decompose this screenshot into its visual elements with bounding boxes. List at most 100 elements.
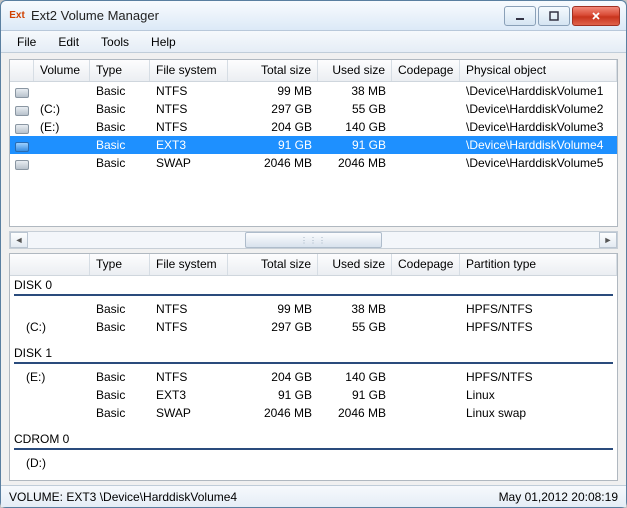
fs-cell: EXT3 [150,136,228,154]
col-cp-b[interactable]: Codepage [392,254,460,275]
col-used[interactable]: Used size [318,60,392,81]
total-cell: 204 GB [228,368,318,386]
col-type-b[interactable]: Type [90,254,150,275]
scroll-right-arrow-icon[interactable]: ► [599,232,617,248]
fs-cell: NTFS [150,300,228,318]
total-cell: 99 MB [228,300,318,318]
disk-section-rule [14,362,613,364]
partition-row[interactable]: (E:)BasicNTFS204 GB140 GBHPFS/NTFS [10,368,617,386]
used-cell: 91 GB [318,386,392,404]
partition-type-cell: Linux [460,386,617,404]
disk-section-title: DISK 0 [10,276,617,294]
volume-cell [34,136,90,154]
scroll-left-arrow-icon[interactable]: ◄ [10,232,28,248]
codepage-cell [392,154,460,172]
used-cell: 2046 MB [318,404,392,422]
menu-edit[interactable]: Edit [48,33,89,51]
total-cell: 99 MB [228,82,318,100]
total-cell: 2046 MB [228,404,318,422]
scroll-thumb[interactable]: ⋮⋮⋮ [245,232,382,248]
used-cell: 38 MB [318,82,392,100]
status-right: May 01,2012 20:08:19 [499,490,618,504]
type-cell: Basic [90,300,150,318]
drive-letter-cell [10,300,90,318]
partition-type-cell [460,454,617,472]
total-cell: 91 GB [228,136,318,154]
physical-cell: \Device\HarddiskVolume1 [460,82,617,100]
partition-type-cell: HPFS/NTFS [460,368,617,386]
volumes-rows: BasicNTFS99 MB38 MB\Device\HarddiskVolum… [10,82,617,226]
disk-section-rule [14,294,613,296]
fs-cell: NTFS [150,368,228,386]
disk-icon [10,100,34,118]
physical-cell: \Device\HarddiskVolume5 [460,154,617,172]
volume-row[interactable]: BasicSWAP2046 MB2046 MB\Device\HarddiskV… [10,154,617,172]
maximize-button[interactable] [538,6,570,26]
used-cell: 2046 MB [318,154,392,172]
physical-cell: \Device\HarddiskVolume3 [460,118,617,136]
col-lead[interactable] [10,254,90,275]
volume-row[interactable]: (E:)BasicNTFS204 GB140 GB\Device\Harddis… [10,118,617,136]
partition-type-cell: Linux swap [460,404,617,422]
total-cell: 91 GB [228,386,318,404]
type-cell: Basic [90,318,150,336]
menubar: File Edit Tools Help [1,31,626,53]
volume-cell: (C:) [34,100,90,118]
menu-file[interactable]: File [7,33,46,51]
col-type[interactable]: Type [90,60,150,81]
volume-row[interactable]: BasicEXT391 GB91 GB\Device\HarddiskVolum… [10,136,617,154]
col-icon[interactable] [10,60,34,81]
volume-cell [34,154,90,172]
horizontal-scrollbar[interactable]: ◄ ⋮⋮⋮ ► [9,231,618,249]
col-fs-b[interactable]: File system [150,254,228,275]
status-left: VOLUME: EXT3 \Device\HarddiskVolume4 [9,490,499,504]
volume-row[interactable]: (C:)BasicNTFS297 GB55 GB\Device\Harddisk… [10,100,617,118]
disk-section-title: DISK 1 [10,344,617,362]
disks-panel: Type File system Total size Used size Co… [9,253,618,481]
partition-row[interactable]: BasicEXT391 GB91 GBLinux [10,386,617,404]
fs-cell: SWAP [150,404,228,422]
disk-section-rule [14,448,613,450]
type-cell: Basic [90,100,150,118]
type-cell [90,454,150,472]
close-button[interactable] [572,6,620,26]
total-cell: 204 GB [228,118,318,136]
scroll-track[interactable]: ⋮⋮⋮ [28,232,599,248]
volume-row[interactable]: BasicNTFS99 MB38 MB\Device\HarddiskVolum… [10,82,617,100]
partition-type-cell: HPFS/NTFS [460,300,617,318]
volume-cell: (E:) [34,118,90,136]
fs-cell [150,454,228,472]
col-total-b[interactable]: Total size [228,254,318,275]
physical-cell: \Device\HarddiskVolume4 [460,136,617,154]
col-total[interactable]: Total size [228,60,318,81]
col-volume[interactable]: Volume [34,60,90,81]
col-physical[interactable]: Physical object [460,60,617,81]
codepage-cell [392,454,460,472]
titlebar[interactable]: Ext Ext2 Volume Manager [1,1,626,31]
disks-body: DISK 0 BasicNTFS99 MB38 MBHPFS/NTFS(C:)Ba… [10,276,617,480]
minimize-button[interactable] [504,6,536,26]
partition-row[interactable]: (C:)BasicNTFS297 GB55 GBHPFS/NTFS [10,318,617,336]
type-cell: Basic [90,82,150,100]
partition-row[interactable]: BasicSWAP2046 MB2046 MBLinux swap [10,404,617,422]
menu-help[interactable]: Help [141,33,186,51]
drive-letter-cell [10,404,90,422]
used-cell: 91 GB [318,136,392,154]
drive-letter-cell: (C:) [10,318,90,336]
partition-row[interactable]: BasicNTFS99 MB38 MBHPFS/NTFS [10,300,617,318]
codepage-cell [392,386,460,404]
menu-tools[interactable]: Tools [91,33,139,51]
codepage-cell [392,368,460,386]
col-filesystem[interactable]: File system [150,60,228,81]
col-used-b[interactable]: Used size [318,254,392,275]
fs-cell: EXT3 [150,386,228,404]
drive-letter-cell: (D:) [10,454,90,472]
app-window: Ext Ext2 Volume Manager File Edit Tools … [0,0,627,508]
col-partition-type[interactable]: Partition type [460,254,617,275]
disk-icon [10,118,34,136]
physical-cell: \Device\HarddiskVolume2 [460,100,617,118]
partition-row[interactable]: (D:) [10,454,617,472]
used-cell [318,454,392,472]
volume-cell [34,82,90,100]
col-codepage[interactable]: Codepage [392,60,460,81]
